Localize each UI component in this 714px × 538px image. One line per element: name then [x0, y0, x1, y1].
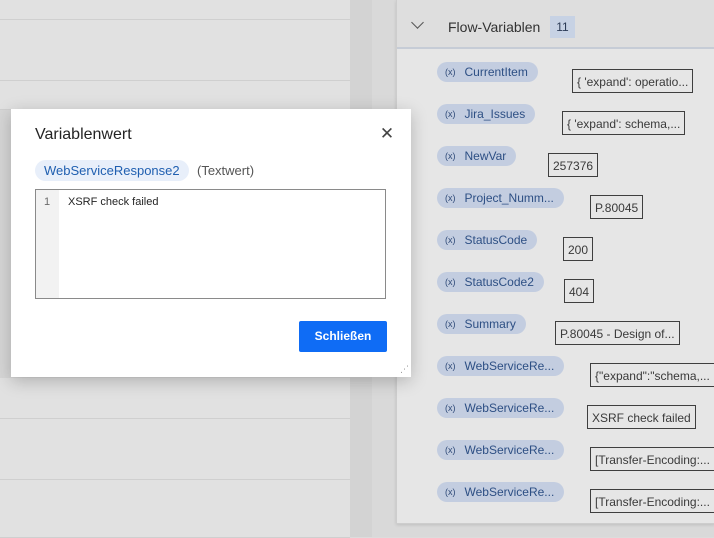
variable-value[interactable]: 404 — [564, 279, 595, 303]
variable-value[interactable]: { 'expand': operatio... — [572, 69, 694, 93]
variable-type-label: (Textwert) — [197, 163, 255, 178]
flow-variables-panel: Flow-Variablen 11 { 'expand': operatio..… — [396, 0, 714, 524]
variable-name: NewVar — [464, 149, 507, 163]
resize-grip-icon[interactable]: ⋰ — [400, 365, 409, 374]
close-button[interactable]: Schließen — [299, 321, 387, 352]
variable-icon: (x) — [445, 109, 456, 119]
variable-name: WebServiceRe... — [464, 485, 555, 499]
variable-chip[interactable]: (x) Project_Numm... — [437, 188, 564, 208]
variable-icon: (x) — [445, 403, 456, 413]
variable-value[interactable]: 200 — [563, 237, 594, 261]
variable-name: WebServiceRe... — [464, 401, 555, 415]
variable-icon: (x) — [445, 487, 456, 497]
variable-chip[interactable]: (x) StatusCode2 — [437, 272, 544, 292]
variable-name: CurrentItem — [464, 65, 528, 79]
flow-variables-header[interactable]: Flow-Variablen 11 — [397, 0, 714, 49]
left-card — [0, 480, 350, 538]
variable-chip[interactable]: (x) Jira_Issues — [437, 104, 536, 124]
variable-icon: (x) — [445, 361, 456, 371]
variable-name: StatusCode — [464, 233, 528, 247]
line-number-gutter: 1 — [36, 190, 59, 298]
variable-value[interactable]: [Transfer-Encoding:... — [590, 447, 714, 471]
variable-chip[interactable]: (x) StatusCode — [437, 230, 538, 250]
variable-name: Summary — [464, 317, 516, 331]
variable-chip[interactable]: (x) WebServiceRe... — [437, 356, 565, 376]
line-number: 1 — [44, 196, 51, 208]
variable-value[interactable]: {"expand":"schema,... — [590, 363, 714, 387]
variable-name: WebServiceRe... — [464, 359, 555, 373]
dialog-title: Variablenwert — [35, 126, 132, 143]
variable-icon: (x) — [445, 319, 456, 329]
variable-chip[interactable]: (x) Summary — [437, 314, 526, 334]
variable-name: WebServiceRe... — [464, 443, 555, 457]
variable-chip[interactable]: (x) WebServiceRe... — [437, 482, 565, 502]
variable-name: Jira_Issues — [464, 107, 526, 121]
variable-icon: (x) — [445, 235, 456, 245]
variable-icon: (x) — [445, 67, 456, 77]
variable-name: StatusCode2 — [464, 275, 534, 289]
variable-value[interactable]: [Transfer-Encoding:... — [590, 489, 714, 513]
variable-name: Project_Numm... — [464, 191, 554, 205]
variable-icon: (x) — [445, 277, 456, 287]
variable-chip[interactable]: (x) NewVar — [437, 146, 517, 166]
variable-chip[interactable]: (x) WebServiceRe... — [437, 398, 565, 418]
variable-name-pill: WebServiceResponse2 — [35, 160, 189, 181]
left-card — [0, 378, 350, 419]
variable-value[interactable]: 257376 — [548, 153, 599, 177]
variable-value-dialog: Variablenwert ✕ WebServiceResponse2 (Tex… — [11, 109, 411, 377]
flow-variables-title: Flow-Variablen — [448, 19, 541, 35]
left-card — [0, 419, 350, 480]
editor-line-text[interactable]: XSRF check failed — [68, 196, 158, 208]
variable-icon: (x) — [445, 445, 456, 455]
variable-chip[interactable]: (x) CurrentItem — [437, 62, 538, 82]
variable-icon: (x) — [445, 151, 456, 161]
variable-count-badge: 11 — [550, 16, 575, 38]
variable-value[interactable]: XSRF check failed — [587, 405, 696, 429]
close-icon[interactable]: ✕ — [378, 125, 396, 143]
chevron-down-icon[interactable] — [411, 16, 424, 29]
variable-chip[interactable]: (x) WebServiceRe... — [437, 440, 565, 460]
variable-value[interactable]: P.80045 - Design of... — [555, 321, 680, 345]
left-card — [0, 0, 350, 20]
left-card — [0, 20, 350, 81]
variable-value[interactable]: P.80045 — [590, 195, 644, 219]
value-editor[interactable]: 1 XSRF check failed — [35, 189, 386, 299]
variable-value[interactable]: { 'expand': schema,... — [562, 111, 686, 135]
variable-icon: (x) — [445, 193, 456, 203]
left-card — [0, 81, 350, 110]
